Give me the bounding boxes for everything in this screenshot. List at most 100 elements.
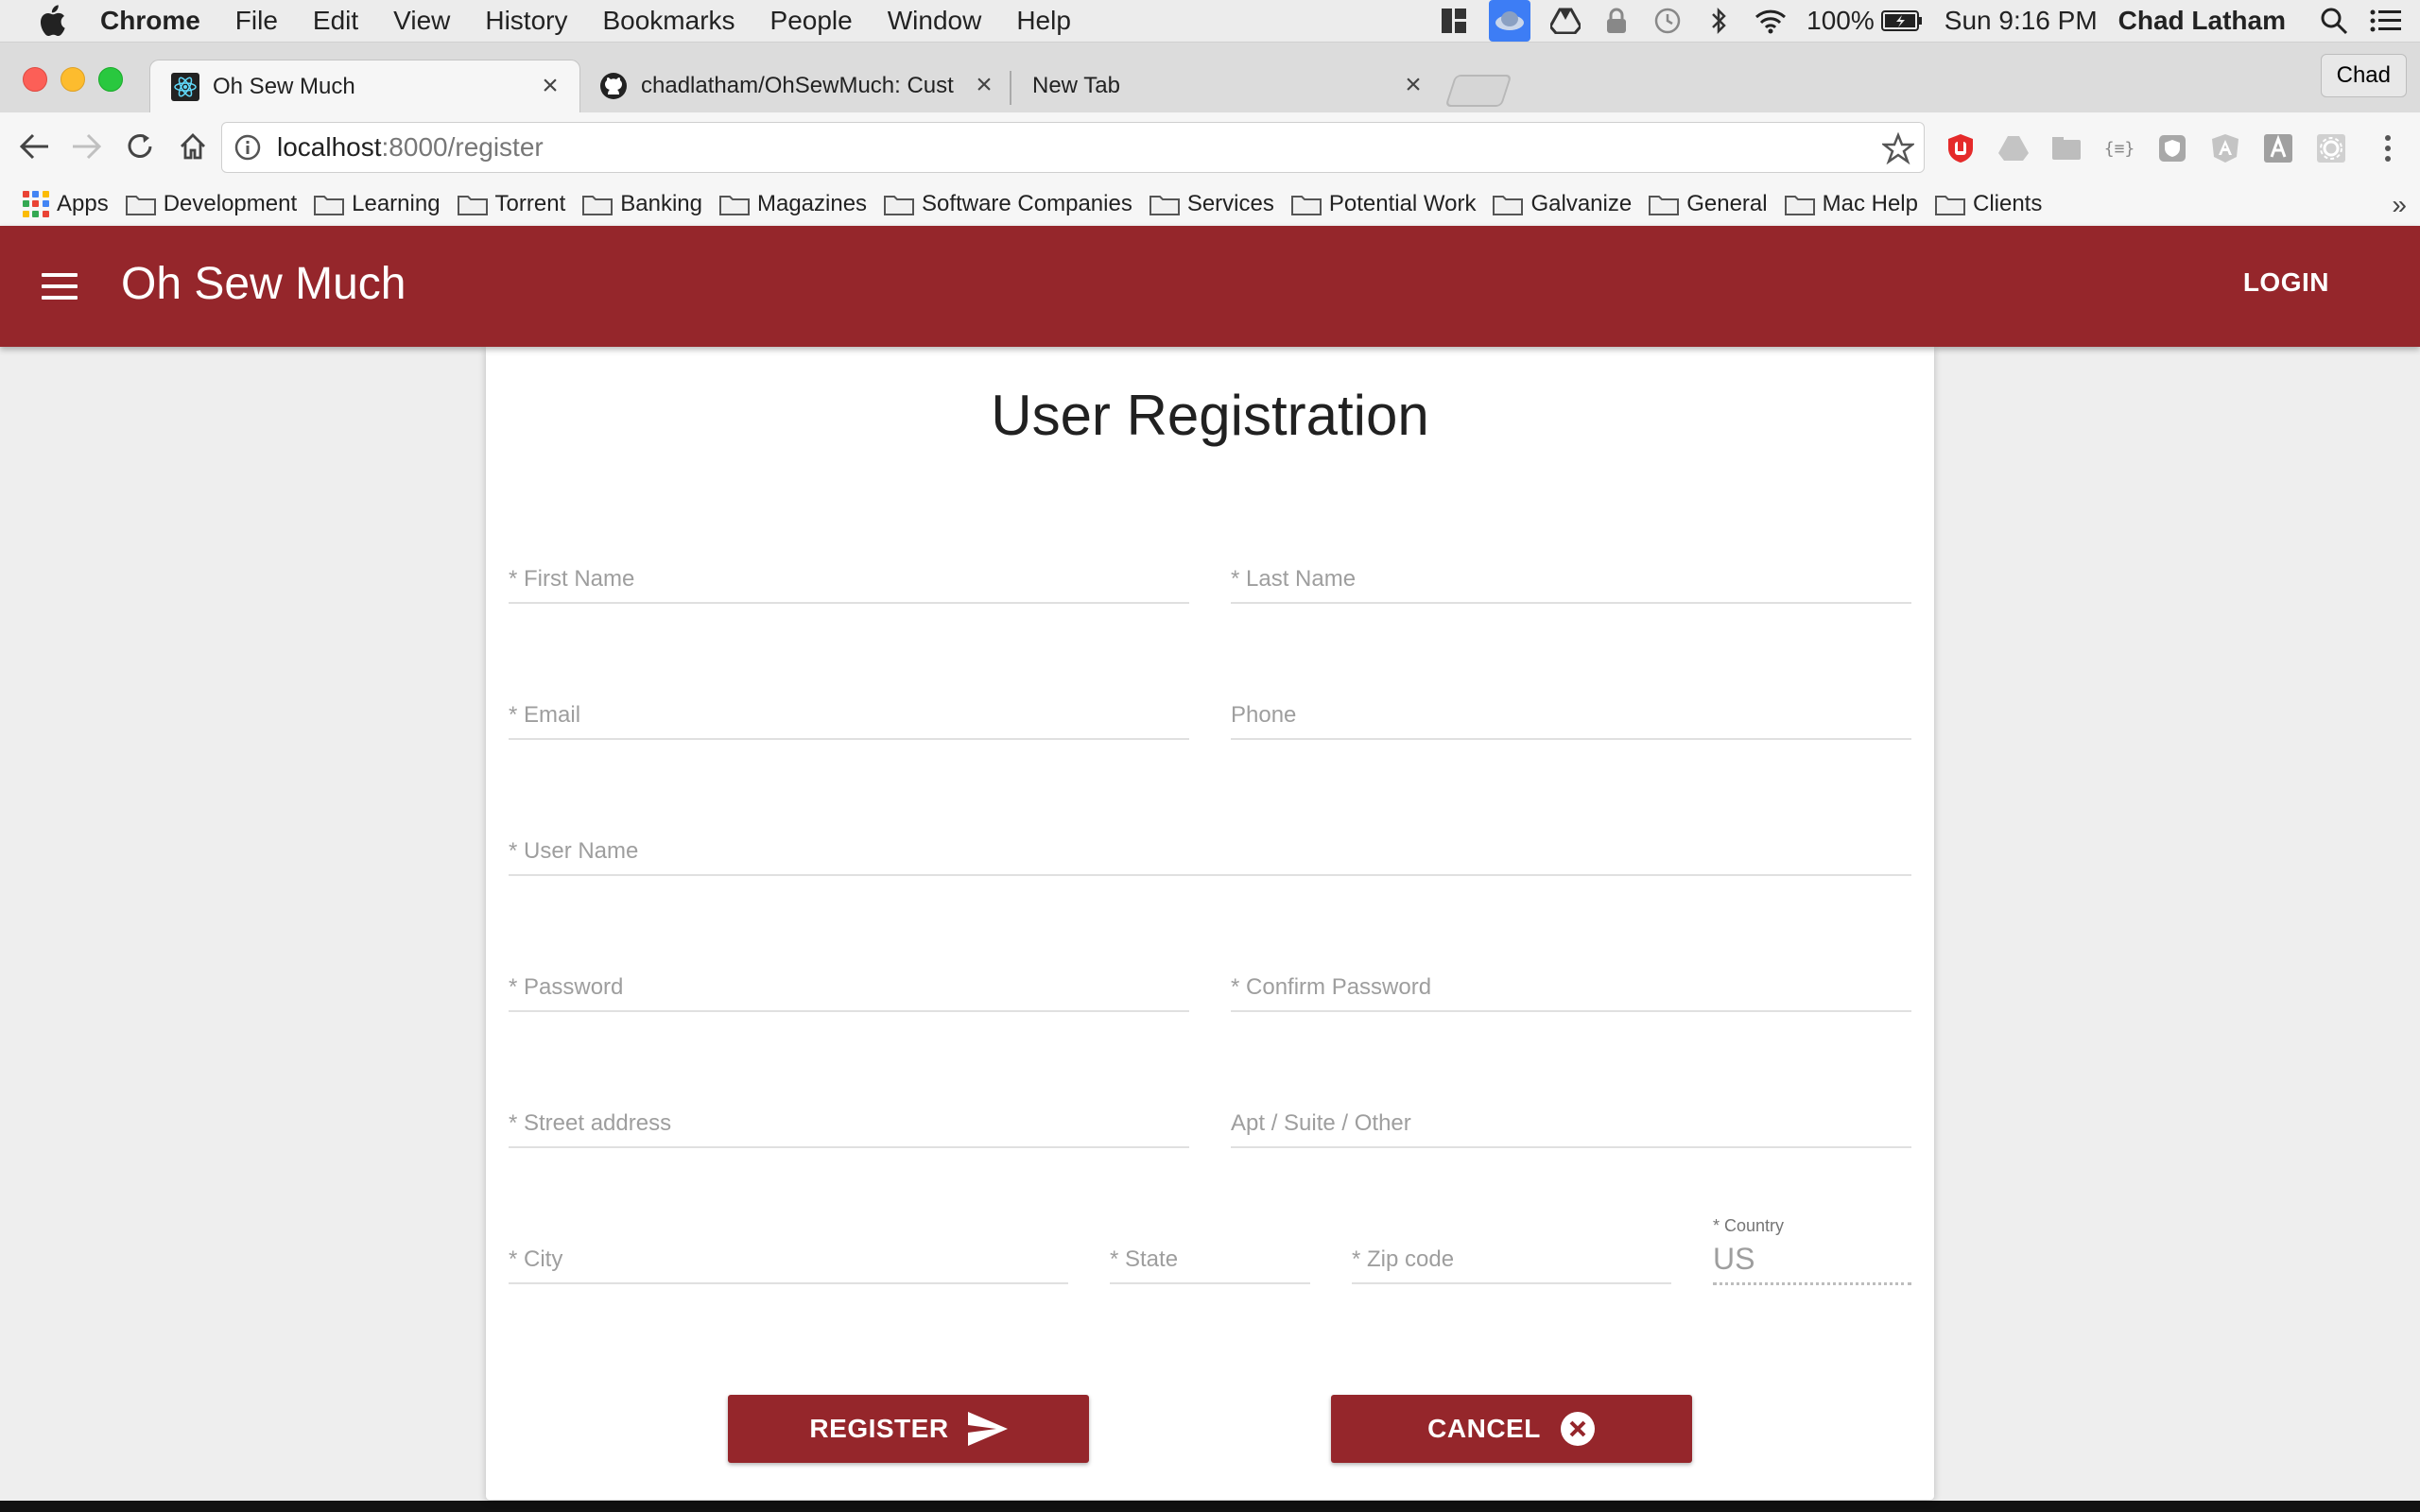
bookmark-folder-banking[interactable]: Banking xyxy=(582,191,702,217)
bookmark-folder-galvanize[interactable]: Galvanize xyxy=(1493,191,1632,217)
bookmark-folder-development[interactable]: Development xyxy=(125,191,298,217)
menu-view[interactable]: View xyxy=(393,6,450,36)
font-extension-icon[interactable] xyxy=(2261,131,2295,165)
bookmark-folder-potential-work[interactable]: Potential Work xyxy=(1290,191,1476,217)
registration-form-card: User Registration * First Name * Last Na… xyxy=(486,347,1934,1500)
username-field[interactable]: * User Name xyxy=(509,836,1911,876)
first-name-field[interactable]: * First Name xyxy=(509,564,1189,604)
folder-icon xyxy=(582,196,614,215)
lock-icon[interactable] xyxy=(1600,5,1633,37)
last-name-label: * Last Name xyxy=(1231,566,1357,592)
bluetooth-icon[interactable] xyxy=(1703,5,1735,37)
forward-button[interactable] xyxy=(64,124,110,169)
json-viewer-extension-icon[interactable]: {≡} xyxy=(2102,131,2136,165)
tab-new-tab[interactable]: New Tab × xyxy=(1011,60,1443,112)
menu-history[interactable]: History xyxy=(485,6,567,36)
tab-close-icon[interactable]: × xyxy=(536,72,564,100)
menu-bookmarks[interactable]: Bookmarks xyxy=(602,6,735,36)
zip-code-field[interactable]: * Zip code xyxy=(1352,1245,1671,1284)
home-button[interactable] xyxy=(170,124,216,169)
send-icon xyxy=(967,1412,1008,1446)
back-button[interactable] xyxy=(11,124,57,169)
street-address-field[interactable]: * Street address xyxy=(509,1108,1189,1148)
vpn-icon[interactable] xyxy=(1489,0,1531,42)
spotlight-search-icon[interactable] xyxy=(2318,5,2350,37)
folder-extension-icon[interactable] xyxy=(2049,131,2083,165)
bookmark-label: Software Companies xyxy=(922,191,1132,216)
country-select[interactable]: * Country US xyxy=(1713,1216,1911,1285)
folder-icon xyxy=(125,196,156,215)
bookmark-folder-software-companies[interactable]: Software Companies xyxy=(884,191,1132,217)
phone-field[interactable]: Phone xyxy=(1231,700,1911,740)
settings-extension-icon[interactable] xyxy=(2314,131,2348,165)
profile-button[interactable]: Chad xyxy=(2320,54,2407,97)
google-drive-icon[interactable] xyxy=(1549,5,1582,37)
bookmark-label: Development xyxy=(163,191,298,216)
bookmark-folder-magazines[interactable]: Magazines xyxy=(718,191,867,217)
window-close-button[interactable] xyxy=(23,67,47,92)
new-tab-button[interactable] xyxy=(1444,75,1512,107)
last-name-field[interactable]: * Last Name xyxy=(1231,564,1911,604)
tab-close-icon[interactable]: × xyxy=(1399,71,1427,99)
bookmarks-overflow-chevron-icon[interactable]: » xyxy=(2392,190,2407,220)
tiles-icon[interactable] xyxy=(1438,5,1470,37)
angular-extension-icon[interactable] xyxy=(2208,131,2242,165)
menu-clock[interactable]: Sun 9:16 PM xyxy=(1945,6,2098,36)
bookmark-folder-clients[interactable]: Clients xyxy=(1934,191,2042,217)
battery-icon[interactable] xyxy=(1880,5,1924,37)
bookmark-label: Apps xyxy=(57,191,109,216)
city-label: * City xyxy=(509,1246,563,1272)
tab-oh-sew-much[interactable]: Oh Sew Much × xyxy=(149,60,580,112)
menu-help[interactable]: Help xyxy=(1016,6,1071,36)
reload-button[interactable] xyxy=(117,124,163,169)
battery-percent: 100% xyxy=(1806,6,1875,35)
wifi-icon[interactable] xyxy=(1754,5,1787,37)
bookmark-apps[interactable]: Apps xyxy=(23,191,109,217)
browser-toolbar: localhost:8000/register {≡} xyxy=(0,112,2420,182)
bookmark-folder-torrent[interactable]: Torrent xyxy=(457,191,565,217)
window-minimize-button[interactable] xyxy=(60,67,85,92)
time-machine-icon[interactable] xyxy=(1651,5,1684,37)
confirm-password-field[interactable]: * Confirm Password xyxy=(1231,972,1911,1012)
macos-menu-bar: Chrome File Edit View History Bookmarks … xyxy=(0,0,2420,43)
notification-center-icon[interactable] xyxy=(2369,5,2401,37)
tab-title: Oh Sew Much xyxy=(213,73,355,99)
menu-edit[interactable]: Edit xyxy=(313,6,358,36)
tab-title: chadlatham/OhSewMuch: Cust xyxy=(641,73,954,98)
address-bar[interactable]: localhost:8000/register xyxy=(221,122,1925,173)
shield-extension-icon[interactable] xyxy=(2155,131,2189,165)
hamburger-menu-icon[interactable] xyxy=(42,273,78,300)
menu-file[interactable]: File xyxy=(235,6,278,36)
tab-github-repo[interactable]: chadlatham/OhSewMuch: Cust × xyxy=(579,60,1013,112)
cancel-button[interactable]: CANCEL xyxy=(1331,1395,1692,1463)
menu-user-name[interactable]: Chad Latham xyxy=(2118,6,2286,36)
bookmark-folder-general[interactable]: General xyxy=(1649,191,1768,217)
drive-extension-icon[interactable] xyxy=(1996,131,2031,165)
bookmark-folder-services[interactable]: Services xyxy=(1149,191,1274,217)
register-button[interactable]: REGISTER xyxy=(728,1395,1089,1463)
ublock-extension-icon[interactable] xyxy=(1944,131,1978,165)
menu-people[interactable]: People xyxy=(770,6,853,36)
cancel-label: CANCEL xyxy=(1427,1414,1541,1443)
tab-close-icon[interactable]: × xyxy=(970,71,998,99)
bookmark-label: Services xyxy=(1186,191,1274,216)
info-icon[interactable] xyxy=(233,133,262,162)
menu-chrome[interactable]: Chrome xyxy=(100,6,200,36)
state-field[interactable]: * State xyxy=(1110,1245,1310,1284)
city-field[interactable]: * City xyxy=(509,1245,1068,1284)
email-field[interactable]: * Email xyxy=(509,700,1189,740)
login-button[interactable]: LOGIN xyxy=(2243,267,2329,298)
apple-icon[interactable] xyxy=(36,5,68,37)
apt-suite-field[interactable]: Apt / Suite / Other xyxy=(1231,1108,1911,1148)
bookmark-folder-learning[interactable]: Learning xyxy=(314,191,441,217)
folder-icon xyxy=(1493,196,1524,215)
password-field[interactable]: * Password xyxy=(509,972,1189,1012)
window-zoom-button[interactable] xyxy=(98,67,123,92)
phone-label: Phone xyxy=(1231,702,1297,728)
bookmark-star-icon[interactable] xyxy=(1882,132,1914,164)
menu-window[interactable]: Window xyxy=(888,6,982,36)
email-label: * Email xyxy=(509,702,581,728)
bookmark-folder-mac-help[interactable]: Mac Help xyxy=(1784,191,1918,217)
folder-icon xyxy=(1649,196,1680,215)
chrome-menu-icon[interactable] xyxy=(2371,131,2405,165)
